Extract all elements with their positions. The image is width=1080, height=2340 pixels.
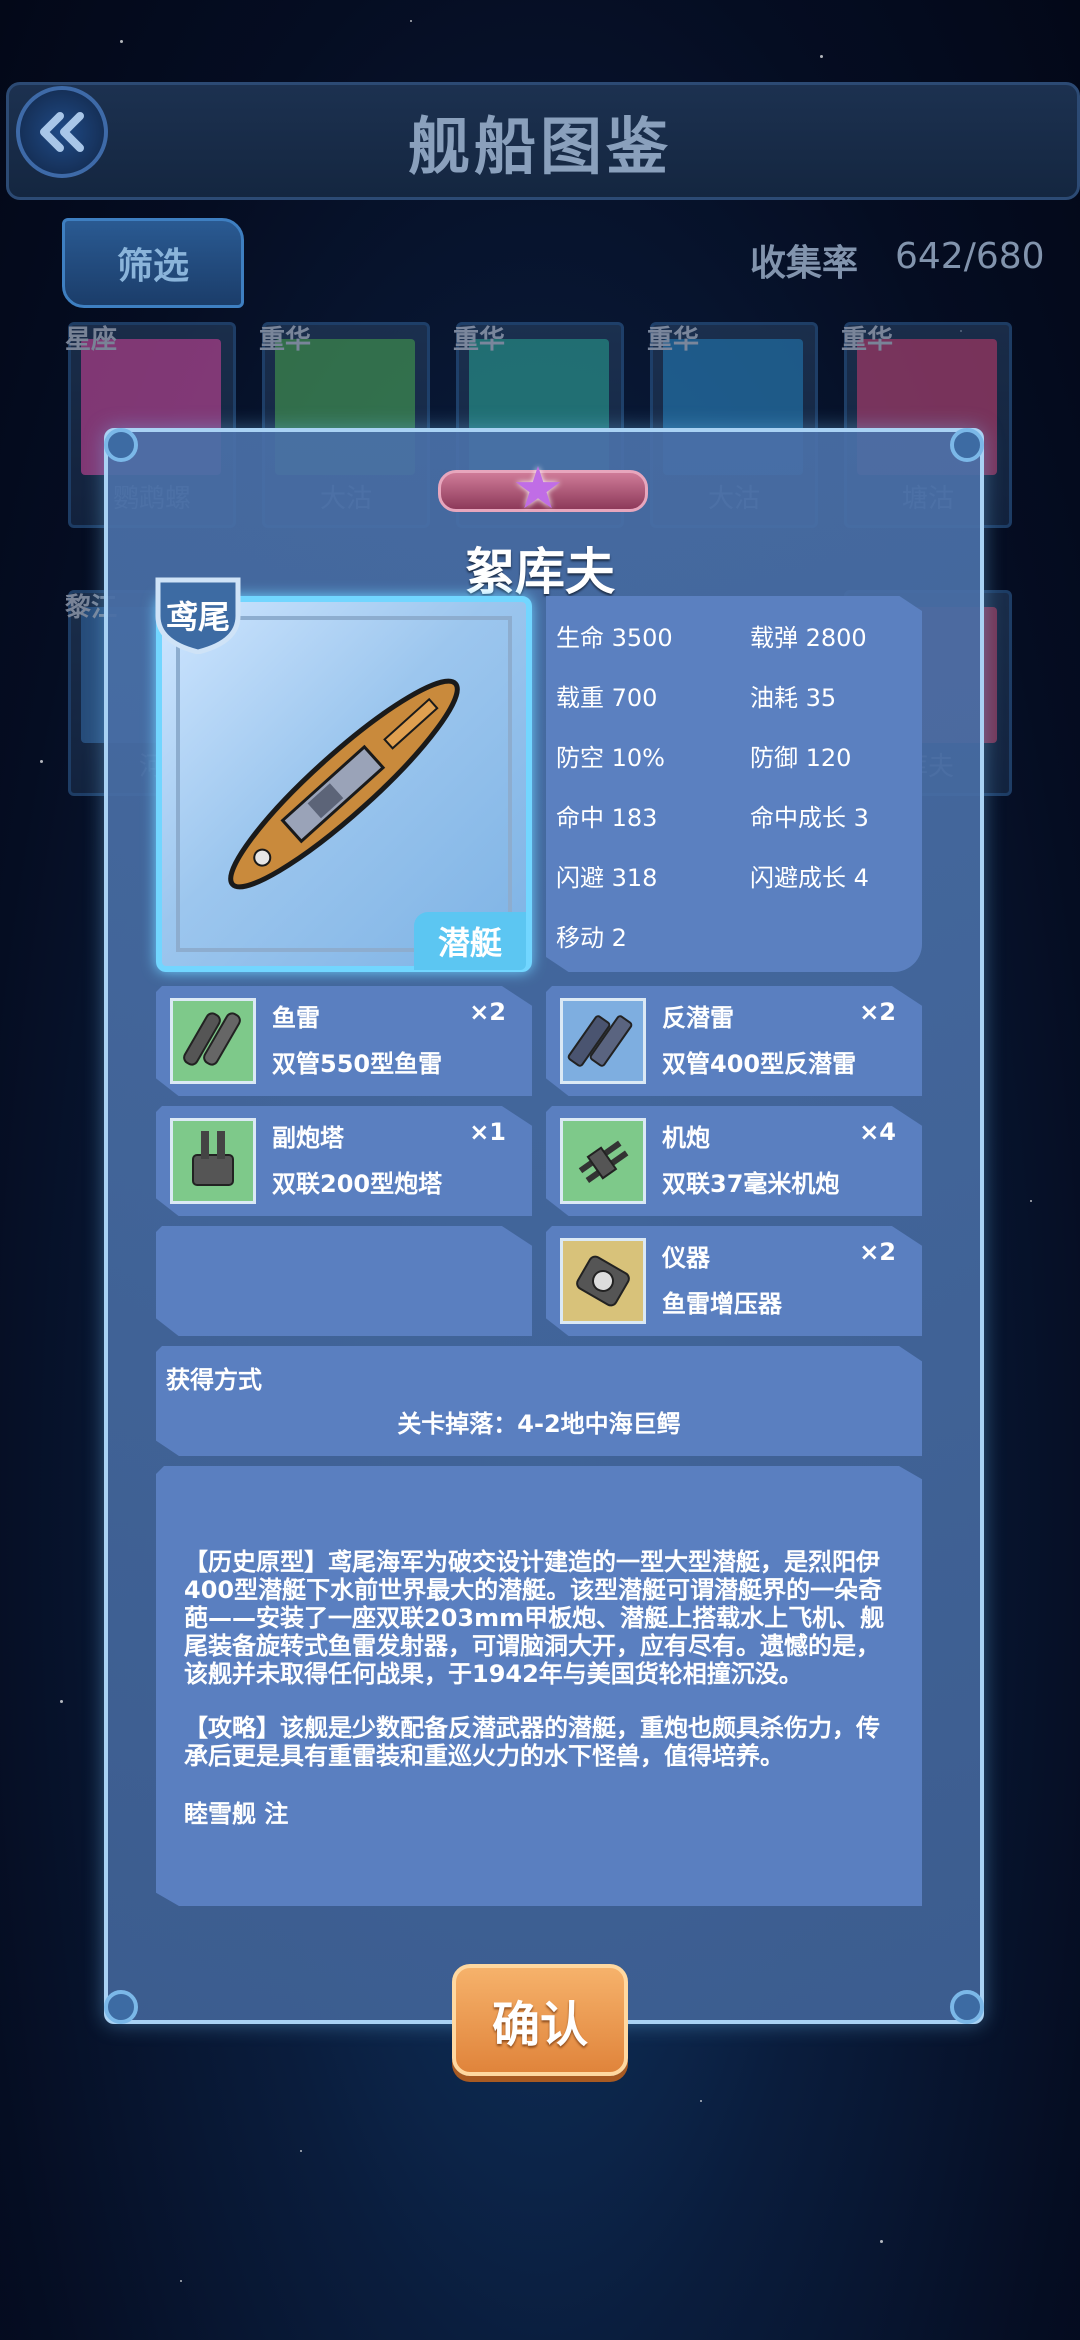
instrument-icon <box>560 1238 646 1324</box>
equipment-name: 仪器 <box>662 1244 710 1272</box>
equipment-desc: 双管550型鱼雷 <box>272 1050 443 1078</box>
equipment-name: 鱼雷 <box>272 1004 320 1032</box>
equipment-count: ×4 <box>859 1118 896 1146</box>
equipment-slot[interactable]: 鱼雷 ×2 双管550型鱼雷 <box>156 986 532 1096</box>
ship-type-badge: 潜艇 <box>414 912 526 970</box>
equipment-count: ×2 <box>859 1238 896 1266</box>
ship-card-class: 重华 <box>841 325 894 355</box>
ship-card-class: 星座 <box>65 325 118 355</box>
torpedo-icon <box>170 998 256 1084</box>
obtain-method-label: 获得方式 <box>166 1366 262 1394</box>
panel-corner-ornament <box>950 1990 984 2024</box>
collection-rate-label: 收集率 <box>750 243 859 284</box>
equipment-desc: 鱼雷增压器 <box>662 1290 782 1318</box>
stats-panel: 生命 3500 载弹 2800 载重 700 油耗 35 防空 10% 防御 1… <box>546 596 922 972</box>
equipment-name: 反潜雷 <box>662 1004 734 1032</box>
equipment-slot[interactable]: 反潜雷 ×2 双管400型反潜雷 <box>546 986 922 1096</box>
equipment-name: 副炮塔 <box>272 1124 344 1152</box>
stat-hp: 生命 3500 <box>556 624 673 652</box>
collection-rate-value: 642/680 <box>895 236 1045 277</box>
filter-button[interactable]: 筛选 <box>62 218 244 308</box>
confirm-button[interactable]: 确认 <box>452 1964 628 2076</box>
equipment-slot[interactable]: 仪器 ×2 鱼雷增压器 <box>546 1226 922 1336</box>
stat-defense: 防御 120 <box>750 744 852 772</box>
ship-card-class: 重华 <box>259 325 312 355</box>
strategy-text: 【攻略】该舰是少数配备反潜武器的潜艇，重炮也颇具杀伤力，传承后更是具有重雷装和重… <box>184 1714 880 1770</box>
equipment-desc: 双联200型炮塔 <box>272 1170 443 1198</box>
rank-star-icon: ★ <box>512 454 564 522</box>
stat-aa: 防空 10% <box>556 744 665 772</box>
ship-card-class: 重华 <box>453 325 506 355</box>
equipment-slot[interactable]: 机炮 ×4 双联37毫米机炮 <box>546 1106 922 1216</box>
panel-corner-ornament <box>950 428 984 462</box>
stat-accuracy-growth: 命中成长 3 <box>750 804 869 832</box>
obtain-method-value: 关卡掉落：4-2地中海巨鳄 <box>397 1410 681 1438</box>
empty-equipment-slot[interactable] <box>156 1226 532 1336</box>
obtain-method-box: 获得方式 关卡掉落：4-2地中海巨鳄 <box>156 1346 922 1456</box>
equipment-name: 机炮 <box>662 1124 710 1152</box>
stat-load: 载重 700 <box>556 684 658 712</box>
machine-gun-icon <box>560 1118 646 1204</box>
equipment-count: ×2 <box>859 998 896 1026</box>
stat-move: 移动 2 <box>556 924 627 952</box>
equipment-count: ×2 <box>469 998 506 1026</box>
author-note: 睦雪舰 注 <box>184 1800 289 1828</box>
stat-evasion-growth: 闪避成长 4 <box>750 864 869 892</box>
turret-icon <box>170 1118 256 1204</box>
panel-corner-ornament <box>104 428 138 462</box>
panel-corner-ornament <box>104 1990 138 2024</box>
equipment-slot[interactable]: 副炮塔 ×1 双联200型炮塔 <box>156 1106 532 1216</box>
ship-card-class: 重华 <box>647 325 700 355</box>
stat-accuracy: 命中 183 <box>556 804 658 832</box>
page-title: 舰船图鉴 <box>407 110 672 183</box>
stat-fuel: 油耗 35 <box>750 684 837 712</box>
ship-class-label: 鸢尾 <box>165 598 230 636</box>
equipment-desc: 双管400型反潜雷 <box>662 1050 857 1078</box>
depth-charge-icon <box>560 998 646 1084</box>
stat-ammo: 载弹 2800 <box>750 624 867 652</box>
equipment-desc: 双联37毫米机炮 <box>662 1170 840 1198</box>
ship-description-box[interactable]: 【历史原型】鸢尾海军为破交设计建造的一型大型潜艇，是烈阳伊400型潜艇下水前世界… <box>156 1466 922 1906</box>
equipment-count: ×1 <box>469 1118 506 1146</box>
history-text: 【历史原型】鸢尾海军为破交设计建造的一型大型潜艇，是烈阳伊400型潜艇下水前世界… <box>184 1548 885 1688</box>
stat-evasion: 闪避 318 <box>556 864 658 892</box>
